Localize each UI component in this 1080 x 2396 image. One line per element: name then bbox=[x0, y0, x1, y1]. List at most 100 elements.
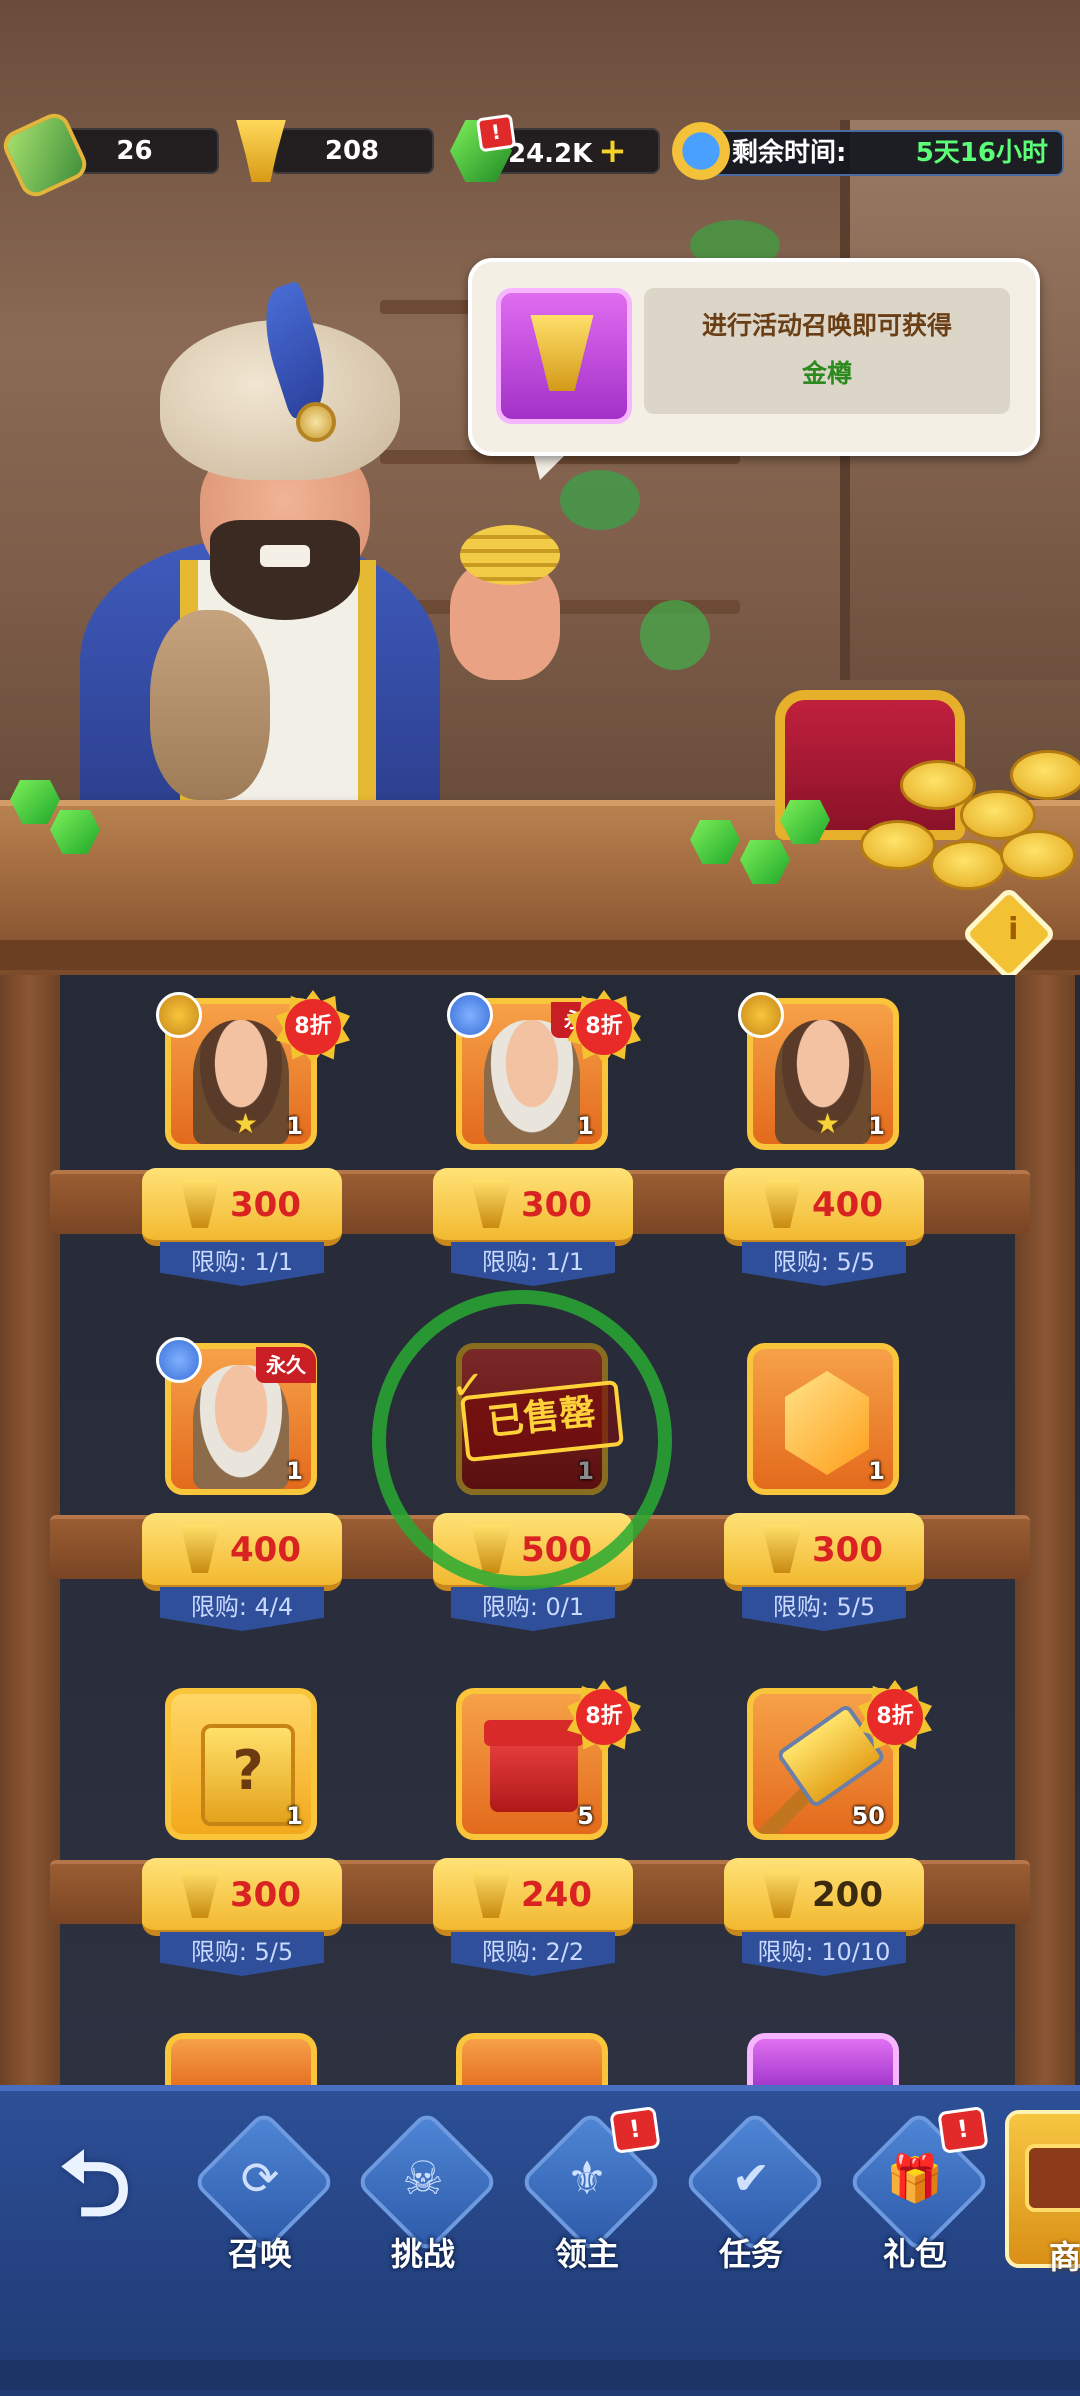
golden-cup-icon bbox=[180, 1180, 220, 1228]
coin-stack-in-hand bbox=[460, 525, 560, 585]
permanent-tag: 永久 bbox=[256, 1347, 316, 1383]
nav-challenge[interactable]: ☠ 挑战 bbox=[348, 2109, 500, 2275]
item-price: 400 bbox=[230, 1530, 301, 1570]
shop-item-hero-card[interactable]: ★ 1 400 限购: 5/5 bbox=[662, 992, 982, 1298]
merchant-speech-bubble: 进行活动召唤即可获得 金樽 bbox=[468, 258, 1040, 456]
stopwatch-icon bbox=[672, 122, 730, 180]
purchase-limit: 限购: 10/10 bbox=[742, 1932, 906, 1976]
shop-item-partial[interactable] bbox=[747, 2033, 899, 2093]
buy-button[interactable]: 400 bbox=[724, 1168, 924, 1246]
timer-value: 5天16小时 bbox=[915, 138, 1048, 168]
nav-label: 任务 bbox=[718, 2235, 783, 2273]
golden-cup-icon bbox=[180, 1870, 220, 1918]
shop-item-hammer[interactable]: 50 8折 200 限购: 10/10 bbox=[662, 1680, 982, 1988]
golden-cup-reward bbox=[496, 288, 632, 424]
purchase-limit: 限购: 1/1 bbox=[451, 1242, 615, 1286]
bubble-line-1: 进行活动召唤即可获得 bbox=[701, 311, 952, 340]
green-circle-annotation bbox=[372, 1290, 672, 1590]
bubble-line-2: 金樽 bbox=[801, 359, 852, 388]
shop-item-mystery-box[interactable]: ? 1 300 限购: 5/5 bbox=[80, 1688, 400, 1988]
money-bag bbox=[150, 610, 270, 800]
alert-badge: ! bbox=[937, 2106, 989, 2154]
buy-button[interactable]: 300 bbox=[724, 1513, 924, 1591]
golden-cup-icon bbox=[530, 315, 594, 391]
skin-shirt-icon bbox=[447, 992, 493, 1038]
item-price: 300 bbox=[521, 1185, 592, 1225]
nav-label: 召唤 bbox=[227, 2235, 292, 2273]
item-quantity: 5 bbox=[577, 1802, 594, 1830]
turban-jewel bbox=[296, 402, 336, 442]
gold-coin bbox=[1000, 830, 1076, 880]
archer-class-icon bbox=[156, 992, 202, 1038]
buy-button[interactable]: 300 bbox=[433, 1168, 633, 1246]
crest-icon: ⚜ bbox=[566, 2151, 608, 2205]
buy-button[interactable]: 400 bbox=[142, 1513, 342, 1591]
purchase-limit: 限购: 5/5 bbox=[742, 1587, 906, 1631]
item-quantity: 50 bbox=[851, 1802, 885, 1830]
skull-icon: ☠ bbox=[402, 2151, 444, 2205]
item-price: 300 bbox=[230, 1875, 301, 1915]
nav-lord[interactable]: ⚜ 领主 ! bbox=[512, 2106, 664, 2275]
shop-item-partial[interactable] bbox=[456, 2033, 608, 2093]
nav-tasks[interactable]: ✔ 任务 bbox=[676, 2109, 828, 2275]
golden-cup-icon bbox=[762, 1525, 802, 1573]
nav-label: 挑战 bbox=[390, 2235, 455, 2273]
golden-cup-icon bbox=[762, 1870, 802, 1918]
shop-item-skin-card[interactable]: 1 永久 400 限购: 4/4 bbox=[80, 1337, 400, 1643]
nav-shop[interactable]: 商 bbox=[1005, 2110, 1080, 2276]
discount-label: 8折 bbox=[576, 999, 632, 1055]
counter-edge bbox=[0, 940, 1080, 970]
shop-chest-icon bbox=[1025, 2144, 1080, 2212]
alert-badge: ! bbox=[609, 2106, 661, 2154]
nav-summon[interactable]: ⟳ 召唤 bbox=[185, 2109, 337, 2275]
hero-portrait bbox=[484, 1020, 580, 1144]
item-price: 240 bbox=[521, 1875, 592, 1915]
gold-coin bbox=[1010, 750, 1080, 800]
discount-label: 8折 bbox=[867, 1689, 923, 1745]
nav-label: 礼包 bbox=[882, 2235, 947, 2273]
nav-label: 商 bbox=[1049, 2238, 1080, 2276]
shop-item-partial[interactable] bbox=[165, 2033, 317, 2093]
star-icon: ★ bbox=[815, 1107, 841, 1140]
add-gems-icon[interactable]: + bbox=[598, 131, 627, 171]
timer-label: 剩余时间: bbox=[732, 138, 847, 168]
archer-class-icon bbox=[738, 992, 784, 1038]
buy-button[interactable]: 300 bbox=[142, 1168, 342, 1246]
info-icon: i bbox=[1008, 911, 1019, 947]
event-timer: 剩余时间: 5天16小时 bbox=[705, 130, 1064, 176]
item-price: 300 bbox=[812, 1530, 883, 1570]
gift-box-lid bbox=[484, 1720, 584, 1746]
back-button[interactable]: ⮌ bbox=[40, 2130, 150, 2240]
item-quantity: 1 bbox=[577, 1112, 594, 1140]
nav-gift-pack[interactable]: 🎁 礼包 ! bbox=[840, 2106, 992, 2275]
purchase-limit: 限购: 5/5 bbox=[742, 1242, 906, 1286]
gem-counter[interactable]: 24.2K + ! bbox=[450, 113, 660, 182]
crystal-icon bbox=[785, 1371, 869, 1475]
purchase-limit: 限购: 5/5 bbox=[160, 1932, 324, 1976]
item-tile: ? 1 bbox=[165, 1688, 317, 1840]
shop-item-hero-card[interactable]: ★ 1 8折 300 限购: 1/1 bbox=[80, 990, 400, 1298]
hero-portrait bbox=[193, 1365, 289, 1489]
item-quantity: 1 bbox=[868, 1112, 885, 1140]
gold-coin bbox=[930, 840, 1006, 890]
item-quantity: 1 bbox=[286, 1802, 303, 1830]
shop-item-gift-box[interactable]: 5 8折 240 限购: 2/2 bbox=[371, 1680, 691, 1988]
bubble-message: 进行活动召唤即可获得 金樽 bbox=[644, 288, 1010, 414]
purchase-limit: 限购: 4/4 bbox=[160, 1587, 324, 1631]
item-tile: 1 bbox=[747, 1343, 899, 1495]
shop-item-crystal[interactable]: 1 300 限购: 5/5 bbox=[662, 1343, 982, 1643]
gem-alert-badge: ! bbox=[475, 113, 517, 153]
jar bbox=[640, 600, 710, 670]
golden-cup-counter[interactable]: 208 bbox=[230, 120, 434, 182]
scroll-counter[interactable]: 26 bbox=[0, 108, 219, 202]
buy-button[interactable]: 300 bbox=[142, 1858, 342, 1936]
summon-icon: ⟳ bbox=[240, 2151, 280, 2205]
item-price: 200 bbox=[812, 1875, 883, 1915]
buy-button[interactable]: 200 bbox=[724, 1858, 924, 1936]
merchant-beard bbox=[210, 520, 360, 620]
skin-shirt-icon bbox=[156, 1337, 202, 1383]
buy-button[interactable]: 240 bbox=[433, 1858, 633, 1936]
golden-cup-icon bbox=[471, 1870, 511, 1918]
item-quantity: 1 bbox=[286, 1457, 303, 1485]
shop-item-skin-card[interactable]: 1 永 8折 300 限购: 1/1 bbox=[371, 990, 691, 1298]
